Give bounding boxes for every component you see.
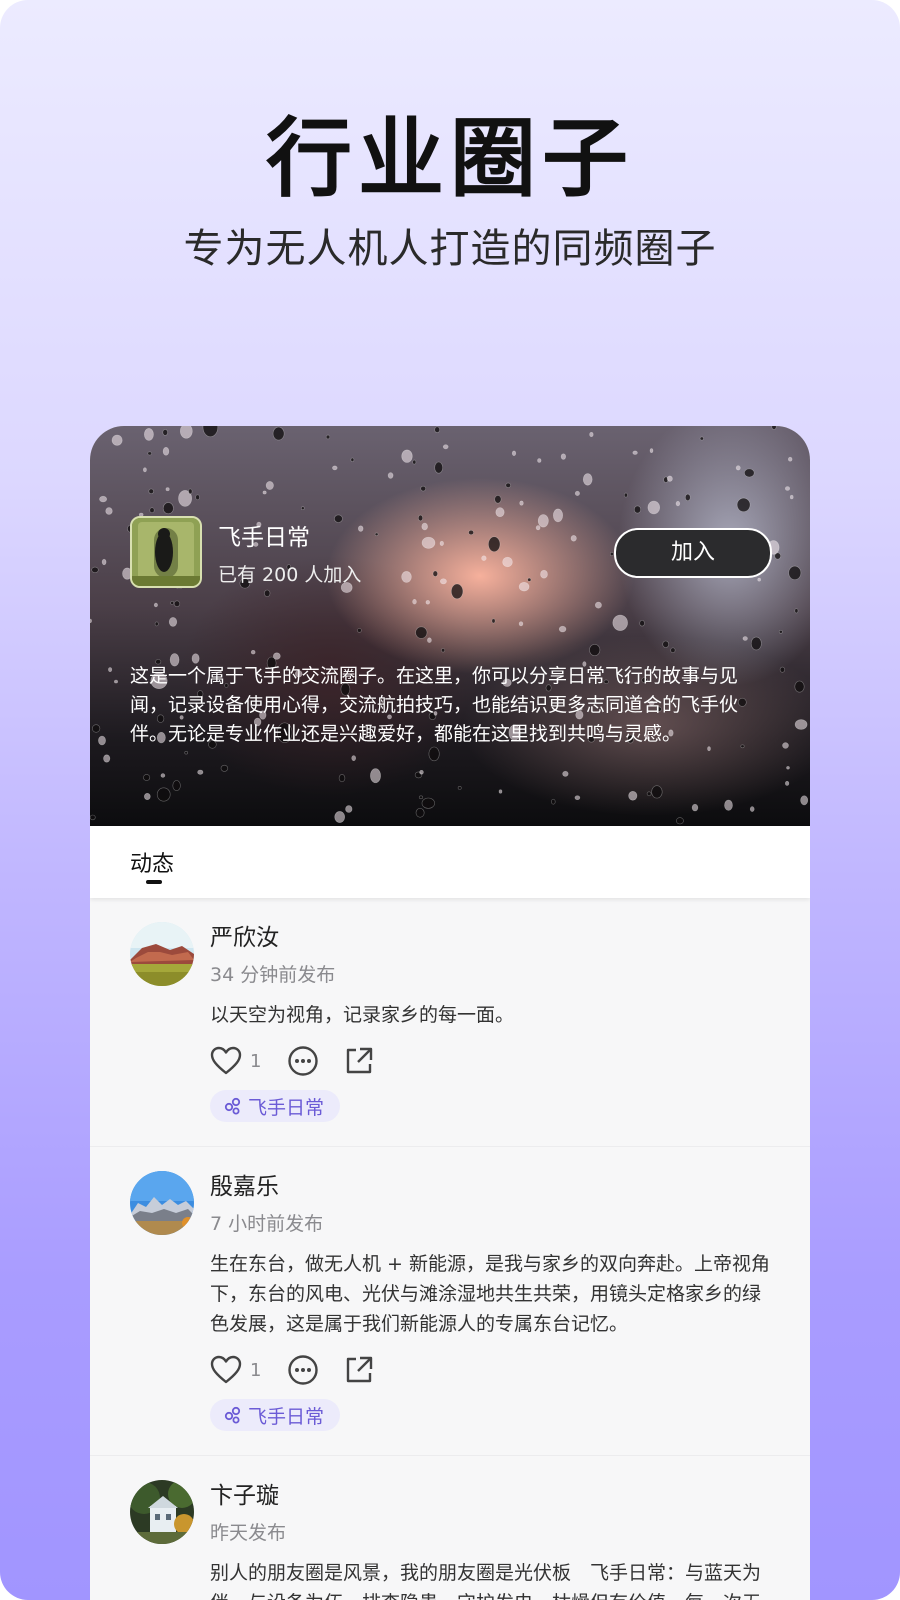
like-button[interactable]: 1 [210, 1046, 263, 1076]
post-text: 别人的朋友圈是风景，我的朋友圈是光伏板 飞手日常：与蓝天为伴，与设备为伍，排查隐… [210, 1562, 762, 1600]
feed-post: 殷嘉乐 7 小时前发布 生在东台，做无人机 + 新能源，是我与家乡的双向奔赴。上… [90, 1147, 810, 1456]
more-dots-icon [288, 1355, 319, 1385]
circle-name: 飞手日常 [218, 525, 310, 551]
more-button[interactable] [287, 1354, 319, 1386]
post-text: 以天空为视角，记录家乡的每一面。 [210, 1004, 515, 1026]
circle-avatar[interactable] [130, 516, 202, 588]
tab-active-indicator [146, 880, 162, 884]
circle-tag[interactable]: 飞手日常 [210, 1090, 341, 1122]
like-button[interactable]: 1 [210, 1355, 263, 1385]
share-button[interactable] [343, 1045, 375, 1077]
share-icon [347, 1047, 373, 1074]
avatar[interactable] [130, 922, 194, 986]
more-dots-icon [288, 1046, 319, 1076]
circle-tag-icon [224, 1097, 241, 1115]
like-count: 1 [250, 1050, 262, 1072]
raindrops-background [90, 426, 809, 825]
like-heart-icon [210, 1046, 242, 1075]
circle-tag[interactable]: 飞手日常 [210, 1399, 341, 1431]
page-subtitle: 专为无人机人打造的同频圈子 [183, 226, 717, 272]
page-title: 行业圈子 [266, 109, 634, 209]
post-actions: 1 [210, 1044, 770, 1078]
feed-post: 严欣汝 34 分钟前发布 以天空为视角，记录家乡的每一面。 1 飞手日常 [90, 898, 810, 1147]
post-text: 生在东台，做无人机 + 新能源，是我与家乡的双向奔赴。上帝视角下，东台的风电、光… [210, 1253, 771, 1335]
tab-bar: 动态 [90, 826, 810, 898]
circle-tag-label: 飞手日常 [248, 1096, 325, 1119]
post-time: 7 小时前发布 [210, 1213, 324, 1235]
join-button[interactable]: 加入 [614, 528, 772, 578]
post-time: 34 分钟前发布 [210, 964, 336, 986]
circle-tag-icon [224, 1406, 241, 1424]
avatar[interactable] [130, 1480, 194, 1544]
app-promo-screen: 行业圈子 专为无人机人打造的同频圈子 飞手日常 已有 200 人加入 加入 这是… [0, 0, 900, 1600]
phone-screen: 飞手日常 已有 200 人加入 加入 这是一个属于飞手的交流圈子。在这里，你可以… [90, 426, 810, 1600]
more-button[interactable] [287, 1045, 319, 1077]
feed-post: 卞子璇 昨天发布 别人的朋友圈是风景，我的朋友圈是光伏板 飞手日常：与蓝天为伴，… [90, 1456, 810, 1600]
share-button[interactable] [343, 1354, 375, 1386]
post-author[interactable]: 严欣汝 [210, 922, 770, 954]
post-actions: 1 [210, 1353, 770, 1387]
circle-member-count: 已有 200 人加入 [218, 564, 362, 586]
like-heart-icon [210, 1355, 242, 1384]
post-time: 昨天发布 [210, 1522, 287, 1544]
like-count: 1 [250, 1359, 262, 1381]
tab-feed[interactable]: 动态 [130, 846, 174, 878]
share-icon [347, 1356, 373, 1383]
circle-description: 这是一个属于飞手的交流圈子。在这里，你可以分享日常飞行的故事与见闻，记录设备使用… [130, 665, 739, 745]
circle-tag-label: 飞手日常 [248, 1405, 325, 1428]
avatar[interactable] [130, 1171, 194, 1235]
circle-cover: 飞手日常 已有 200 人加入 加入 这是一个属于飞手的交流圈子。在这里，你可以… [90, 426, 810, 826]
post-author[interactable]: 殷嘉乐 [210, 1171, 770, 1203]
post-author[interactable]: 卞子璇 [210, 1480, 770, 1512]
